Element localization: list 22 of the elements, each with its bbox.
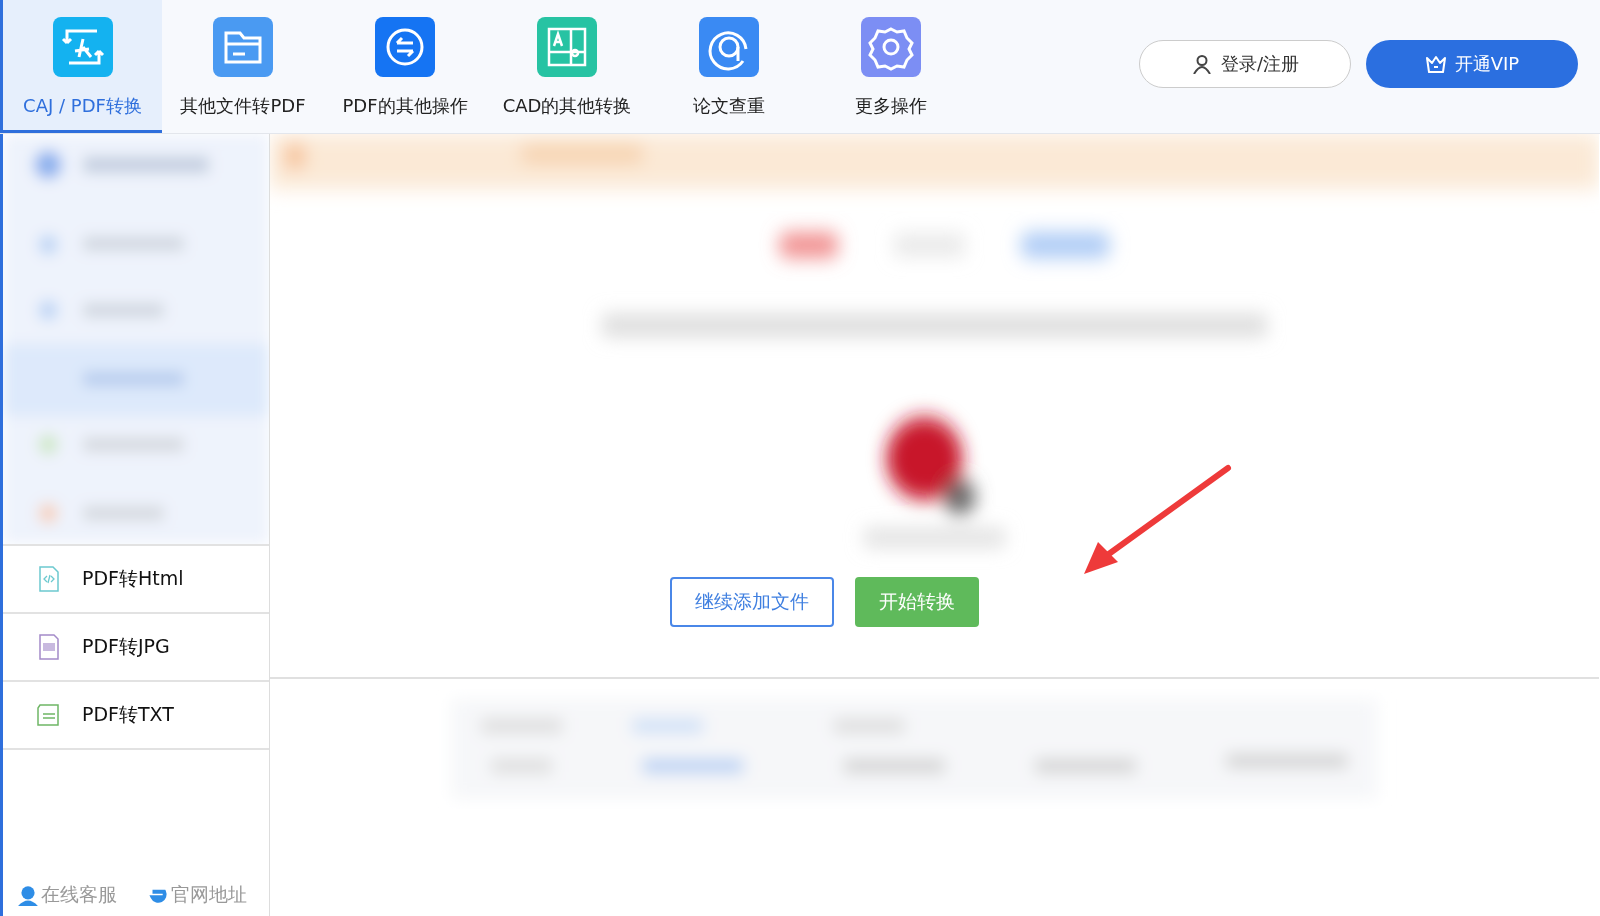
sidebar-item[interactable]: PDF转JPG — [3, 614, 269, 682]
folder-icon — [213, 17, 273, 77]
user-icon — [1190, 54, 1213, 74]
toolbar-tab[interactable]: PDF的其他操作 — [324, 0, 486, 133]
settings-icon — [861, 17, 921, 77]
toolbar-tab[interactable]: 论文查重 — [648, 0, 810, 133]
text-file-icon — [36, 702, 62, 728]
toolbar-tab[interactable]: CAD的其他转换 — [486, 0, 648, 133]
toolbar-tab[interactable]: 其他文件转PDF — [162, 0, 324, 133]
drafting-icon — [537, 17, 597, 77]
toolbar-tab[interactable]: 更多操作 — [810, 0, 972, 133]
add-files-button[interactable]: 继续添加文件 — [669, 577, 834, 627]
sidebar-item[interactable]: PDF转TXT — [3, 682, 269, 750]
swap-arrows-icon — [375, 17, 435, 77]
login-button[interactable]: 登录/注册 — [1139, 40, 1351, 88]
sidebar-item[interactable]: PDF转Html — [3, 546, 269, 614]
crown-icon — [1424, 54, 1447, 74]
toolbar-tab[interactable]: CAJ / PDF转换 — [0, 0, 162, 133]
code-file-icon — [36, 566, 62, 592]
vip-button[interactable]: 开通VIP — [1366, 40, 1578, 88]
convert-icon — [52, 17, 113, 77]
image-file-icon — [36, 634, 62, 660]
